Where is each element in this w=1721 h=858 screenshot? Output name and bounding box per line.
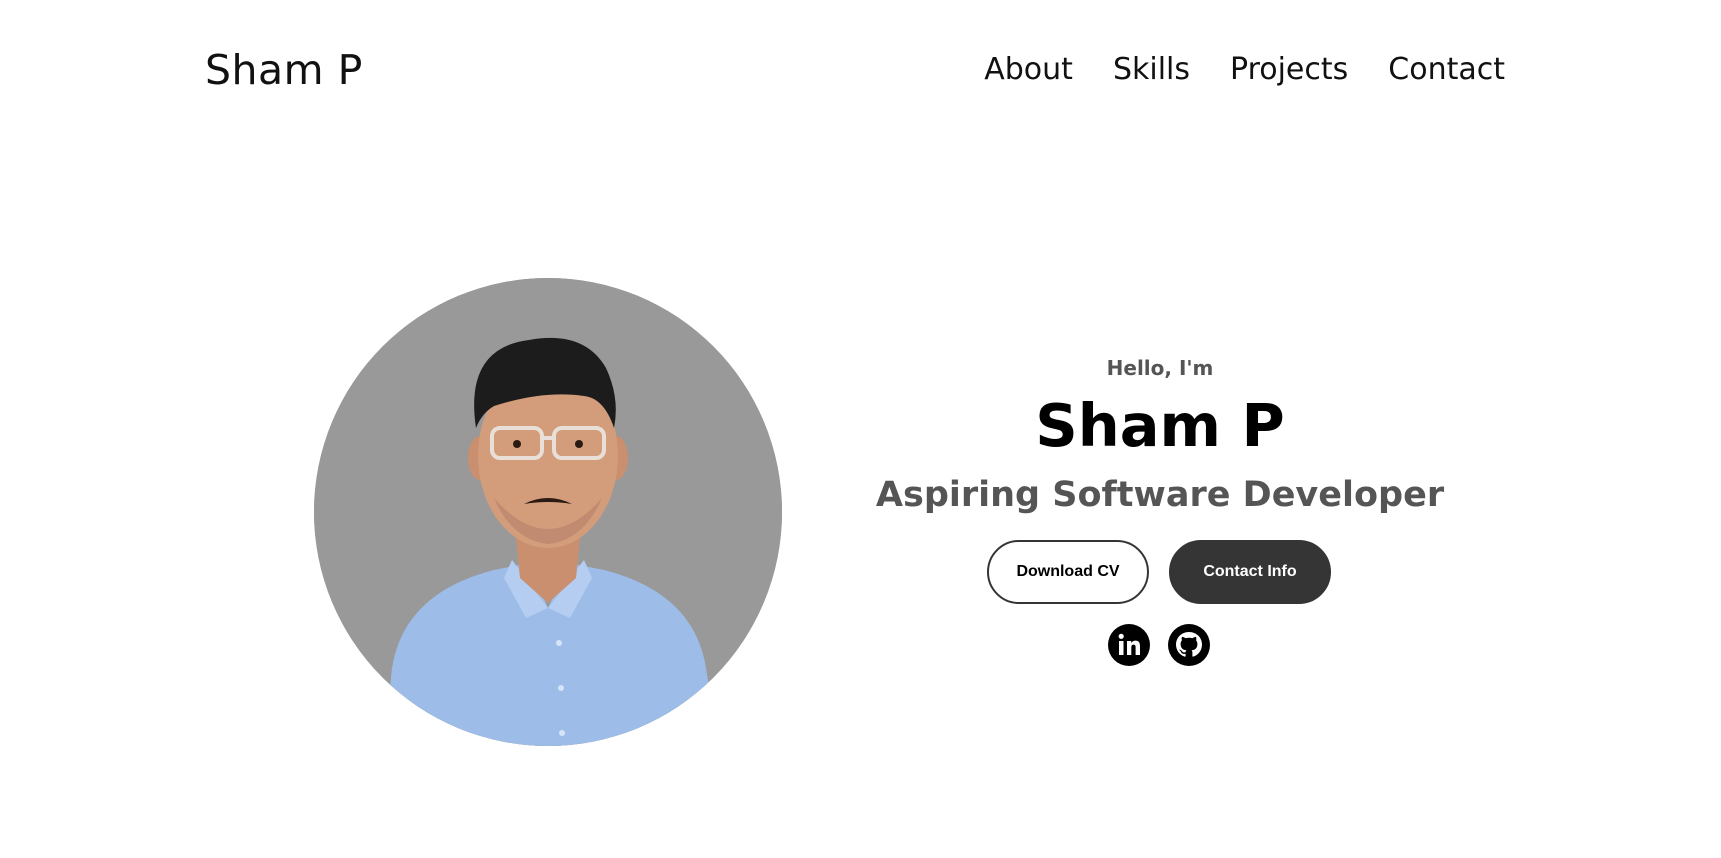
nav-item-about: About xyxy=(984,50,1073,90)
hero-text: Hello, I'm Sham P Aspiring Software Deve… xyxy=(860,350,1460,666)
hero-name: Sham P xyxy=(1035,391,1285,460)
nav-item-contact: Contact xyxy=(1388,50,1505,90)
github-icon[interactable] xyxy=(1168,624,1210,666)
profile-photo xyxy=(314,278,782,746)
linkedin-icon[interactable] xyxy=(1108,624,1150,666)
hero-buttons: Download CV Contact Info xyxy=(858,540,1460,604)
nav-link-contact[interactable]: Contact xyxy=(1388,52,1505,87)
site-logo[interactable]: Sham P xyxy=(205,44,363,96)
nav-link-skills[interactable]: Skills xyxy=(1113,52,1190,87)
greeting-text: Hello, I'm xyxy=(1106,356,1214,380)
nav-item-skills: Skills xyxy=(1113,50,1190,90)
hero-title: Aspiring Software Developer xyxy=(875,475,1445,515)
nav-item-projects: Projects xyxy=(1230,50,1348,90)
profile-picture xyxy=(314,278,782,746)
top-navbar: Sham P About Skills Projects Contact xyxy=(0,0,1721,140)
contact-info-button[interactable]: Contact Info xyxy=(1169,540,1331,604)
nav-link-projects[interactable]: Projects xyxy=(1230,52,1348,87)
download-cv-button[interactable]: Download CV xyxy=(987,540,1149,604)
social-links xyxy=(858,624,1460,666)
nav-link-about[interactable]: About xyxy=(984,52,1073,87)
nav-links: About Skills Projects Contact xyxy=(984,50,1505,90)
